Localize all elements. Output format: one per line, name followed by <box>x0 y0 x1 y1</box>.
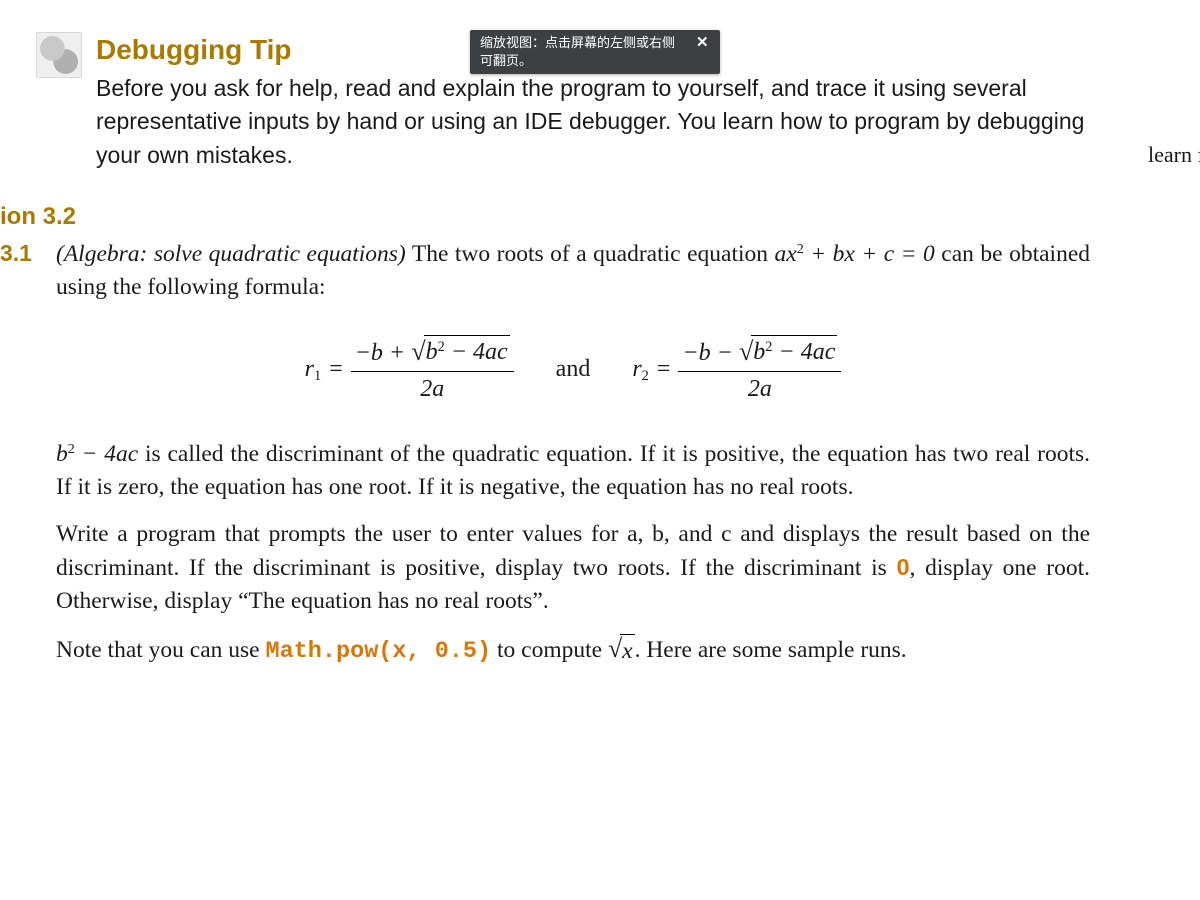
discriminant-paragraph: b2 − 4ac is called the discriminant of t… <box>56 438 1090 504</box>
note-bug-icon <box>36 32 82 78</box>
equation-ax2: ax2 + bx + c = 0 <box>775 241 935 267</box>
zero-highlight: 0 <box>896 554 909 580</box>
exercise-subtitle: (Algebra: solve quadratic equations) <box>56 241 406 267</box>
margin-note: learn f <box>1148 142 1200 168</box>
formula-r2: r2 = −b − √b2 − 4ac 2a <box>632 332 841 408</box>
exercise-3-1: 3.1 (Algebra: solve quadratic equations)… <box>0 238 1090 683</box>
text: The two roots of a quadratic equation <box>406 241 775 267</box>
callout-text: Before you ask for help, read and explai… <box>96 72 1090 172</box>
formula-r1: r1 = −b + √b2 − 4ac 2a <box>305 332 514 408</box>
exercise-body: (Algebra: solve quadratic equations) The… <box>56 238 1090 683</box>
quadratic-formula: r1 = −b + √b2 − 4ac 2a and r2 = <box>56 332 1090 408</box>
note-paragraph: Note that you can use Math.pow(x, 0.5) t… <box>56 631 1090 669</box>
sqrt-x: √x <box>608 631 635 667</box>
program-prompt-paragraph: Write a program that prompts the user to… <box>56 518 1090 618</box>
page-root: Debugging Tip Before you ask for help, r… <box>0 0 1200 900</box>
exercise-intro: (Algebra: solve quadratic equations) The… <box>56 238 1090 304</box>
section-heading: ion 3.2 <box>0 203 76 231</box>
exercise-number: 3.1 <box>0 238 56 267</box>
zoom-hint-text: 缩放视图：点击屏幕的左侧或右侧 可翻页。 <box>480 34 693 69</box>
code-math-pow: Math.pow(x, 0.5) <box>265 638 491 665</box>
formula-and: and <box>556 353 591 387</box>
close-icon[interactable]: ✕ <box>693 34 712 51</box>
zoom-hint-tooltip: 缩放视图：点击屏幕的左侧或右侧 可翻页。 ✕ <box>470 30 720 74</box>
